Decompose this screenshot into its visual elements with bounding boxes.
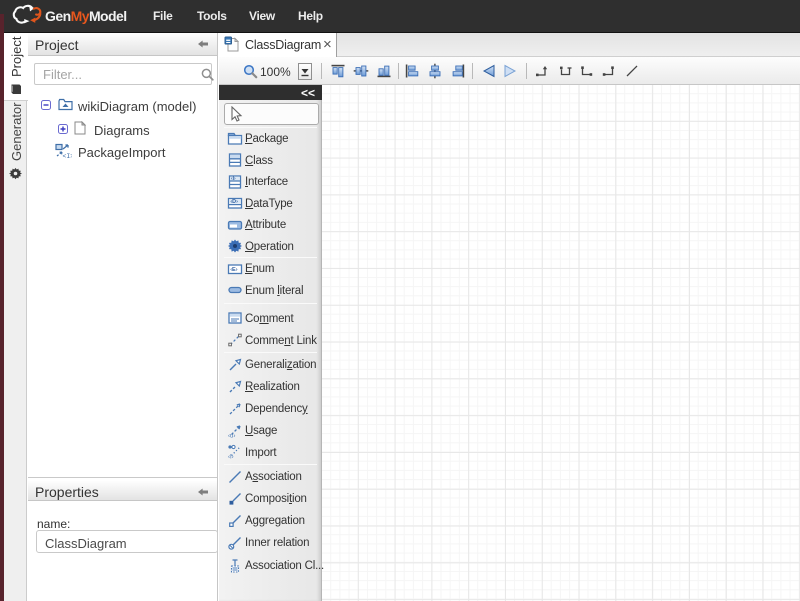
svg-text:<I>: <I> bbox=[63, 153, 73, 159]
svg-text:‹I›: ‹I› bbox=[228, 455, 234, 461]
svg-text:‹E›: ‹E› bbox=[230, 267, 238, 273]
svg-text:‹u›: ‹u› bbox=[228, 433, 235, 439]
